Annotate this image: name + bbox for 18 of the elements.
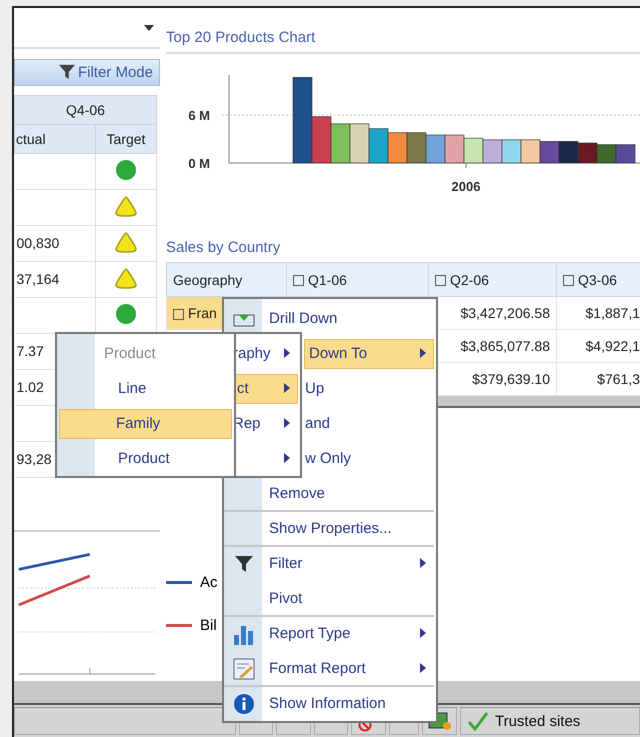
axis-label: 0 M xyxy=(188,156,210,171)
table-cell: $761,3 xyxy=(556,362,640,396)
legend-label: Bil xyxy=(200,617,217,634)
chart-title: Top 20 Products Chart xyxy=(166,28,316,46)
table-cell: 00,830 xyxy=(14,225,96,262)
column-header: ctual xyxy=(14,124,96,154)
table-cell: $4,922,1 xyxy=(556,330,640,362)
security-zone-text: Trusted sites xyxy=(494,712,580,730)
menu-header: Product xyxy=(103,344,157,364)
table-title: Sales by Country xyxy=(166,238,282,256)
column-header: Q4-06 xyxy=(14,95,156,124)
legend-label: Ac xyxy=(200,574,218,591)
axis-label: 2006 xyxy=(452,179,480,194)
table-cell: $1,887,1 xyxy=(556,296,640,330)
column-header: Geography xyxy=(166,262,286,296)
column-header: Target xyxy=(96,124,156,154)
axis-label: 6 M xyxy=(188,108,210,123)
table-cell: 37,164 xyxy=(14,261,96,298)
